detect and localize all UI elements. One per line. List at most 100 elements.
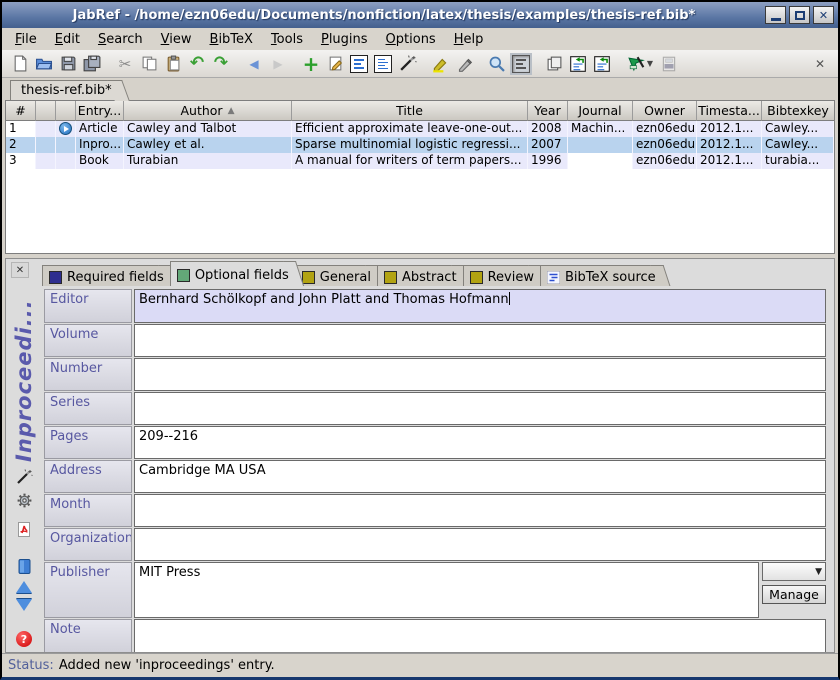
previous-entry-button[interactable] (16, 581, 32, 593)
status-label: Status: (8, 658, 54, 673)
column-header-title[interactable]: Title (292, 101, 528, 121)
column-header-author[interactable]: Author ▲ (124, 101, 292, 121)
new-entry-button[interactable]: + (299, 52, 323, 76)
menu-help[interactable]: Help (445, 30, 493, 49)
save-database-button[interactable] (56, 52, 80, 76)
wand-icon (15, 468, 33, 486)
note-field[interactable] (134, 619, 826, 653)
volume-field[interactable] (134, 324, 826, 357)
close-entry-editor-button[interactable]: ✕ (11, 262, 29, 278)
attached-file-icon (59, 122, 72, 135)
copy-button[interactable] (137, 52, 161, 76)
column-header-timestamp[interactable]: Timesta... (697, 101, 762, 121)
cell-bibtexkey: turabia... (762, 153, 834, 169)
open-database-button[interactable] (32, 52, 56, 76)
column-header-entrytype[interactable]: Entry... (76, 101, 124, 121)
menu-options[interactable]: Options (377, 30, 445, 49)
mark-entries-button[interactable] (428, 52, 452, 76)
column-header-journal[interactable]: Journal (568, 101, 633, 121)
help-button[interactable]: ? (16, 631, 32, 647)
unmark-entries-button[interactable] (452, 52, 476, 76)
field-label-volume: Volume (44, 324, 132, 357)
menu-search[interactable]: Search (89, 30, 152, 49)
manage-button-label: Manage (769, 587, 819, 602)
editor-field[interactable]: Bernhard Schölkopf and John Platt and Th… (134, 289, 826, 323)
cell-timestamp: 2012.1... (697, 121, 762, 137)
cell-title: Sparse multinomial logistic regressi... (292, 137, 528, 153)
entry-editor: ✕ Required fields Optional fields Genera… (5, 258, 835, 653)
minimize-button[interactable] (765, 6, 786, 24)
tab-bibtex-source[interactable]: BibTeX source (540, 265, 660, 286)
import-into-database-button[interactable] (590, 52, 614, 76)
manage-button[interactable]: Manage (762, 585, 826, 604)
row-file-cell[interactable] (56, 121, 76, 137)
back-button[interactable]: ◀ (242, 52, 266, 76)
publisher-field[interactable]: MIT Press (134, 562, 759, 618)
redo-button[interactable]: ↷ (209, 52, 233, 76)
column-header-bibtexkey[interactable]: Bibtexkey (762, 101, 834, 121)
tab-optional-fields[interactable]: Optional fields (170, 261, 293, 286)
menu-tools[interactable]: Tools (262, 30, 312, 49)
menu-file[interactable]: File (6, 30, 46, 49)
edit-entry-button[interactable] (323, 52, 347, 76)
entry-table: # Entry... Author ▲ Title Year Journal O… (5, 100, 835, 254)
column-header-year[interactable]: Year (528, 101, 568, 121)
save-all-button[interactable] (80, 52, 104, 76)
title-bar: JabRef - /home/ezn06edu/Documents/nonfic… (2, 2, 838, 28)
pages-field[interactable]: 209--216 (134, 426, 826, 459)
sort-ascending-icon: ▲ (228, 106, 235, 116)
tab-required-fields[interactable]: Required fields (42, 265, 168, 286)
publisher-dropdown[interactable]: ▼ (762, 562, 826, 581)
tab-general[interactable]: General (295, 265, 375, 286)
new-entry-from-plain-text-button[interactable] (566, 52, 590, 76)
undo-button[interactable]: ↶ (185, 52, 209, 76)
organization-field[interactable] (134, 528, 826, 561)
field-label-number: Number (44, 358, 132, 391)
paste-button[interactable] (161, 52, 185, 76)
column-header-icon2[interactable] (56, 101, 76, 121)
cleanup-button[interactable] (395, 52, 419, 76)
new-database-button[interactable] (8, 52, 32, 76)
column-header-icon1[interactable] (36, 101, 56, 121)
number-field[interactable] (134, 358, 826, 391)
required-fields-icon (49, 271, 62, 284)
toolbar-close-icon: ✕ (815, 57, 825, 71)
close-button[interactable]: ✕ (813, 6, 834, 24)
menu-edit[interactable]: Edit (46, 30, 89, 49)
open-pdf-button[interactable] (16, 521, 32, 538)
tab-abstract[interactable]: Abstract (377, 265, 461, 286)
web-search-button[interactable]: ▼ (623, 52, 657, 76)
tab-label: Optional fields (195, 268, 289, 283)
copy-icon (141, 55, 158, 72)
writexmp-button[interactable] (16, 492, 33, 509)
groups-panel-icon (350, 55, 368, 73)
column-header-owner[interactable]: Owner (633, 101, 697, 121)
forward-button[interactable]: ▶ (266, 52, 290, 76)
column-header-num[interactable]: # (6, 101, 36, 121)
push-to-application-button[interactable] (657, 52, 681, 76)
menu-bibtex[interactable]: BibTeX (201, 30, 262, 49)
database-tab[interactable]: thesis-ref.bib* (10, 80, 118, 100)
close-toolbar-button[interactable]: ✕ (808, 52, 832, 76)
cut-button[interactable]: ✂ (113, 52, 137, 76)
series-field[interactable] (134, 392, 826, 425)
duplicate-check-button[interactable] (542, 52, 566, 76)
toggle-groups-button[interactable] (347, 52, 371, 76)
publisher-field-value: MIT Press (139, 565, 200, 580)
row-number: 2 (6, 137, 36, 153)
preview-list-icon (374, 55, 392, 73)
tab-review[interactable]: Review (463, 265, 538, 286)
toggle-preview-button[interactable] (371, 52, 395, 76)
generate-bibtexkey-button[interactable] (15, 468, 33, 486)
menu-view[interactable]: View (152, 30, 201, 49)
open-file-button[interactable] (17, 558, 32, 575)
month-field[interactable] (134, 494, 826, 527)
toolbar: ✂ ↶ ↷ ◀ ▶ + (2, 50, 838, 78)
menu-plugins[interactable]: Plugins (312, 30, 377, 49)
search-button[interactable] (485, 52, 509, 76)
tab-label: Required fields (67, 270, 164, 285)
address-field[interactable]: Cambridge MA USA (134, 460, 826, 493)
maximize-button[interactable] (789, 6, 810, 24)
toggle-search-panel-button[interactable] (509, 52, 533, 76)
next-entry-button[interactable] (16, 599, 32, 611)
